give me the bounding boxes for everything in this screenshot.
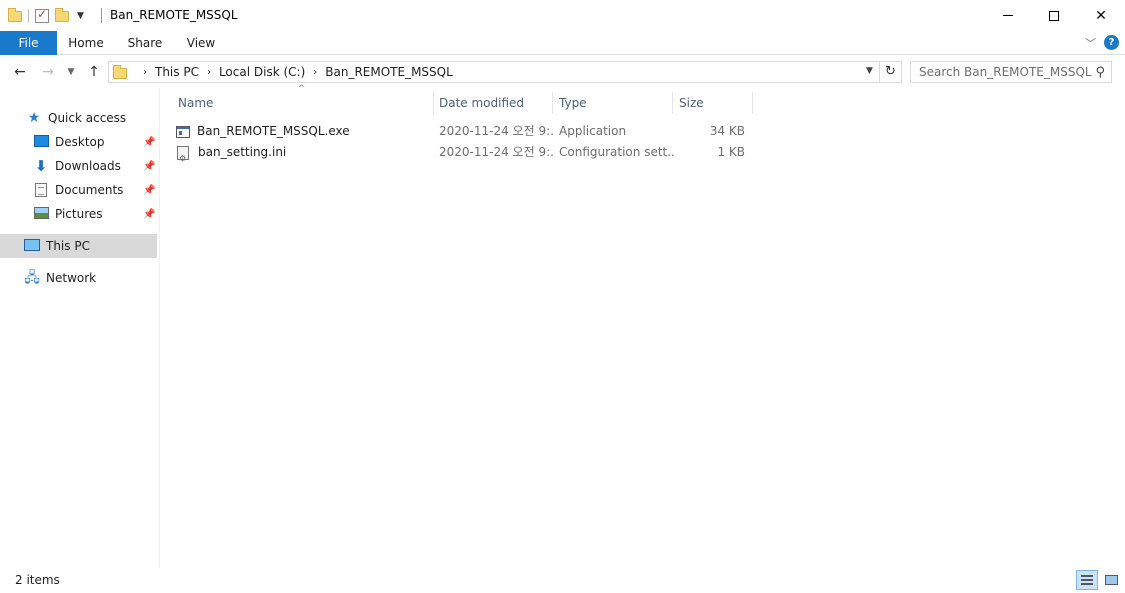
customize-toolbar-icon[interactable]: ▼ [77,11,84,21]
downloads-icon: ⬇ [34,157,48,175]
new-folder-icon[interactable] [55,7,69,22]
pin-icon[interactable]: 📌 [143,161,155,172]
search-input[interactable]: Search Ban_REMOTE_MSSQL [919,65,1092,79]
search-icon: ⚲ [1095,65,1105,80]
file-name: ban_setting.ini [198,145,287,159]
file-name: Ban_REMOTE_MSSQL.exe [197,124,350,138]
table-row[interactable]: Ban_REMOTE_MSSQL.exe 2020-11-24 오전 9:...… [176,121,756,142]
breadcrumb-local-disk[interactable]: Local Disk (C:) [219,65,305,79]
window-title: Ban_REMOTE_MSSQL [110,8,238,22]
pin-icon[interactable]: 📌 [143,209,155,220]
chevron-right-icon[interactable]: › [207,67,211,78]
sidebar-item-label: Pictures [55,207,103,221]
recent-locations-button[interactable]: ▼ [64,62,78,82]
desktop-icon [33,135,49,147]
minimize-icon [1003,15,1013,16]
folder-icon[interactable] [8,7,22,22]
column-header-type[interactable]: Type [555,92,673,114]
sidebar-item-pictures[interactable]: Pictures 📌 [0,202,157,226]
details-view-icon [1081,575,1093,585]
computer-icon [24,239,40,251]
refresh-button[interactable]: ↻ [880,61,902,83]
sidebar-item-this-pc[interactable]: This PC [0,234,157,258]
address-history-dropdown[interactable]: ▼ [866,66,873,76]
file-size: 34 KB [709,124,745,138]
divider [28,9,29,23]
tab-file[interactable]: File [0,31,57,55]
quick-access-toolbar: ▼ [8,6,84,26]
exe-icon [176,125,190,138]
maximize-icon [1049,10,1059,21]
file-date: 2020-11-24 오전 9:... [439,124,554,138]
sidebar-item-label: Quick access [48,111,127,125]
close-button[interactable]: ✕ [1078,0,1124,31]
computer-icon [24,239,40,253]
file-type: Application [559,124,627,138]
close-icon: ✕ [1095,7,1107,24]
ribbon-tabs: File Home Share View ﹀ ? [0,31,1125,55]
pin-icon[interactable]: 📌 [143,185,155,196]
up-button[interactable]: ↑ [84,62,104,82]
help-icon[interactable]: ? [1104,35,1119,50]
sidebar-item-quick-access[interactable]: ★ Quick access [0,106,157,130]
star-icon: ★ [27,110,41,126]
chevron-right-icon[interactable]: › [143,67,147,78]
navigation-pane: ★ Quick access Desktop 📌 ⬇ Downloads 📌 D… [0,88,160,568]
address-bar[interactable]: › This PC › Local Disk (C:) › Ban_REMOTE… [108,61,880,83]
network-icon: 🖧 [24,270,40,286]
column-header-date-modified[interactable]: Date modified [435,92,553,114]
sidebar-item-documents[interactable]: Documents 📌 [0,178,157,202]
title-bar: ▼ Ban_REMOTE_MSSQL ✕ [0,0,1125,31]
large-icons-view-icon [1104,575,1118,585]
tab-share[interactable]: Share [120,31,170,55]
properties-icon[interactable] [35,7,49,23]
sidebar-item-label: Desktop [55,135,105,149]
breadcrumb-current-folder[interactable]: Ban_REMOTE_MSSQL [325,65,453,79]
documents-icon [35,183,47,197]
maximize-button[interactable] [1031,0,1077,31]
file-date: 2020-11-24 오전 9:... [439,145,554,159]
c-name: Ban_REMOTE_MSSQL.exe [176,121,432,142]
sidebar-item-network[interactable]: 🖧 Network [0,266,157,290]
file-type: Configuration sett... [559,145,674,159]
pictures-icon [33,207,49,219]
details-view-button[interactable] [1076,570,1098,590]
breadcrumb-this-pc[interactable]: This PC [155,65,199,79]
forward-button[interactable]: → [38,62,58,82]
file-list: ^ Name Date modified Type Size Ban_REMOT… [160,84,1125,568]
column-header-name[interactable]: Name [174,92,434,114]
column-header-size[interactable]: Size [675,92,753,114]
minimize-button[interactable] [985,0,1031,31]
expand-ribbon-icon[interactable]: ﹀ [1085,35,1096,51]
c-name: ban_setting.ini [176,142,432,163]
sidebar-item-desktop[interactable]: Desktop 📌 [0,130,157,154]
sidebar-item-label: Network [46,271,97,285]
sidebar-item-downloads[interactable]: ⬇ Downloads 📌 [0,154,157,178]
sidebar-item-label: Documents [55,183,124,197]
pictures-icon [33,207,49,221]
large-icons-view-button[interactable] [1101,570,1121,590]
desktop-icon [33,135,49,149]
tab-home[interactable]: Home [60,31,112,55]
item-count: 2 items [15,573,60,587]
folder-icon [113,65,127,79]
file-size: 1 KB [717,145,745,159]
tab-view[interactable]: View [178,31,224,55]
chevron-right-icon[interactable]: › [313,67,317,78]
table-row[interactable]: ban_setting.ini 2020-11-24 오전 9:... Conf… [176,142,756,163]
sidebar-item-label: This PC [46,239,90,253]
documents-icon [33,183,49,197]
pin-icon[interactable]: 📌 [143,137,155,148]
sidebar-item-label: Downloads [55,159,121,173]
ini-icon [177,145,189,163]
navigation-bar: ← → ▼ ↑ › This PC › Local Disk (C:) › Ba… [0,56,1125,88]
search-box[interactable]: Search Ban_REMOTE_MSSQL ⚲ [910,61,1112,83]
back-button[interactable]: ← [10,62,30,82]
status-bar: 2 items [0,568,1125,593]
divider [101,8,102,23]
